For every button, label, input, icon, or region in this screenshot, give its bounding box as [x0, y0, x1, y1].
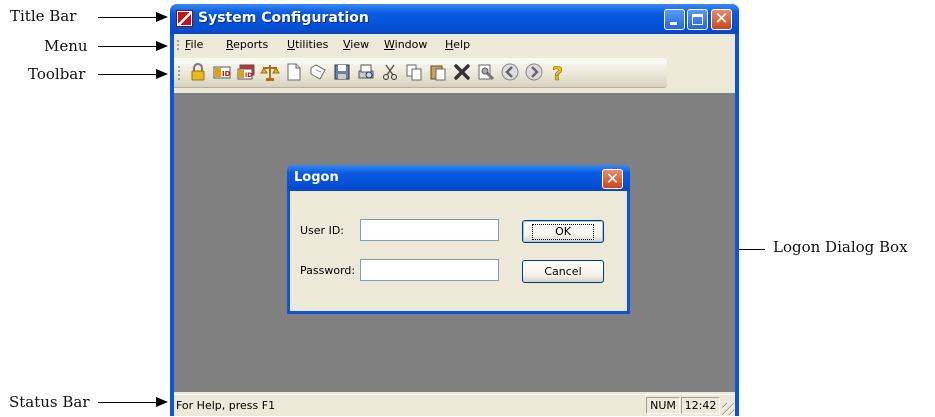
toolbar-arrowhead	[156, 69, 168, 79]
menu-view[interactable]: View	[343, 38, 369, 51]
resize-grip-icon[interactable]	[722, 403, 734, 415]
menu-utilities[interactable]: Utilities	[287, 38, 328, 51]
menu-view-label: iew	[350, 38, 370, 51]
logon-close-button[interactable]: ✕	[602, 169, 623, 189]
maximize-button[interactable]	[687, 9, 708, 30]
menu-grip-icon[interactable]	[177, 39, 179, 50]
ok-button-label: OK	[532, 224, 594, 240]
open-icon[interactable]	[308, 62, 328, 82]
menu-help-label: elp	[453, 38, 471, 51]
toolbar-callout: Toolbar	[28, 65, 86, 83]
close-button[interactable]: ✕	[711, 9, 732, 30]
logon-dialog-callout: Logon Dialog Box	[773, 238, 908, 256]
forward-icon[interactable]	[524, 62, 544, 82]
toolbar: ID ID ?	[174, 58, 667, 88]
properties-icon[interactable]	[476, 62, 496, 82]
logon-dialog-title: Logon	[294, 170, 339, 185]
logon-dialog-body: User ID: Password: OK Cancel	[290, 191, 627, 311]
logon-dialog: Logon ✕ User ID: Password: OK Cancel	[287, 165, 630, 314]
id-card-stack-icon[interactable]: ID	[236, 62, 256, 82]
menu-file[interactable]: File	[185, 38, 203, 51]
menu-file-label: ile	[190, 38, 204, 51]
svg-text:ID: ID	[245, 72, 252, 79]
status-bar-arrowhead	[156, 397, 168, 407]
menu-arrow	[98, 46, 158, 47]
toolbar-grip-icon[interactable]	[178, 65, 180, 80]
num-lock-indicator: NUM	[646, 397, 680, 414]
app-icon[interactable]	[176, 10, 193, 27]
print-preview-icon[interactable]	[356, 62, 376, 82]
save-icon[interactable]	[332, 62, 352, 82]
new-document-icon[interactable]	[284, 62, 304, 82]
scales-icon[interactable]	[260, 62, 280, 82]
close-icon: ✕	[605, 169, 620, 188]
svg-text:ID: ID	[222, 70, 231, 78]
help-icon[interactable]: ?	[548, 62, 568, 82]
menu-utilities-label: tilities	[295, 38, 329, 51]
menu-help[interactable]: Help	[445, 38, 470, 51]
menu-callout: Menu	[44, 37, 88, 55]
menu-reports[interactable]: Reports	[226, 38, 268, 51]
delete-icon[interactable]	[452, 62, 472, 82]
menu-bar: File Reports Utilities View Window Help	[174, 34, 735, 56]
status-bar: For Help, press F1 NUM 12:42	[174, 394, 735, 416]
back-icon[interactable]	[500, 62, 520, 82]
id-card-icon[interactable]: ID	[212, 62, 232, 82]
password-label: Password:	[300, 264, 356, 277]
maximize-icon	[692, 14, 703, 25]
minimize-button[interactable]	[664, 9, 685, 30]
minimize-icon	[670, 22, 677, 25]
status-message: For Help, press F1	[176, 399, 276, 412]
menu-utilities-mnemonic: U	[287, 38, 296, 51]
password-field[interactable]	[360, 259, 499, 281]
ok-button[interactable]: OK	[522, 220, 604, 243]
status-bar-arrow	[98, 402, 158, 403]
cancel-button[interactable]: Cancel	[522, 260, 604, 283]
status-bar-callout: Status Bar	[9, 393, 90, 411]
clock-indicator: 12:42	[681, 397, 720, 414]
menu-window-label: indow	[394, 38, 428, 51]
close-icon: ✕	[714, 9, 729, 29]
window-title: System Configuration	[198, 10, 369, 26]
user-id-label: User ID:	[300, 224, 344, 237]
menu-window-mnemonic: W	[384, 38, 395, 51]
paste-icon[interactable]	[428, 62, 448, 82]
user-id-field[interactable]	[360, 219, 499, 241]
logon-dialog-title-bar[interactable]: Logon ✕	[287, 165, 630, 191]
toolbar-arrow	[98, 74, 158, 75]
lock-icon[interactable]	[188, 62, 208, 82]
menu-reports-label: eports	[233, 38, 269, 51]
cancel-button-label: Cancel	[544, 265, 582, 278]
svg-text:?: ?	[552, 63, 563, 82]
title-bar-arrow	[98, 17, 158, 18]
copy-icon[interactable]	[404, 62, 424, 82]
title-bar-callout: Title Bar	[10, 7, 77, 25]
cut-icon[interactable]	[380, 62, 400, 82]
title-bar[interactable]: System Configuration ✕	[170, 4, 739, 34]
title-bar-arrowhead	[156, 12, 168, 22]
menu-window[interactable]: Window	[384, 38, 427, 51]
menu-arrowhead	[156, 41, 168, 51]
